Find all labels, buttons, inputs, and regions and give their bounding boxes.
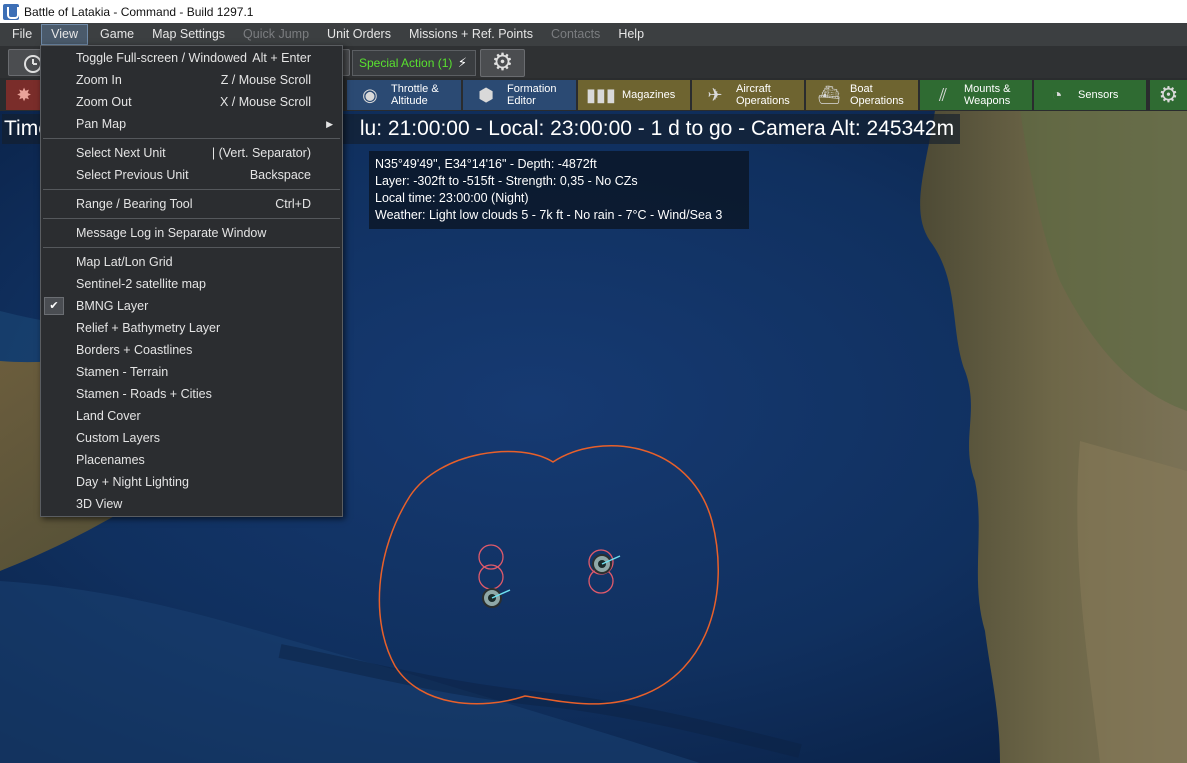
menu-item-message-log[interactable]: Message Log in Separate Window <box>41 222 342 244</box>
menu-item-sentinel-map[interactable]: Sentinel-2 satellite map <box>41 273 342 295</box>
special-action-label: Special Action (1) <box>359 56 453 70</box>
sensors-button[interactable]: ◔ Sensors <box>1034 80 1146 110</box>
menu-item-toggle-fullscreen[interactable]: Toggle Full-screen / Windowed Alt + Enter <box>41 47 342 69</box>
throttle-icon: ◉ <box>362 85 378 105</box>
magazines-button[interactable]: ▮▮▮ Magazines <box>578 80 690 110</box>
menu-missions[interactable]: Missions + Ref. Points <box>400 24 542 45</box>
menu-item-select-next-unit[interactable]: Select Next Unit | (Vert. Separator) <box>41 142 342 164</box>
menu-game[interactable]: Game <box>88 24 143 45</box>
menu-unit-orders[interactable]: Unit Orders <box>318 24 400 45</box>
weapons-icon: ⫽ <box>938 85 948 105</box>
menu-separator <box>43 247 340 248</box>
title-bar: Battle of Latakia - Command - Build 1297… <box>0 0 1187 23</box>
info-layer: Layer: -302ft to -515ft - Strength: 0,35… <box>375 174 638 188</box>
menu-map-settings[interactable]: Map Settings <box>143 24 234 45</box>
view-menu-dropdown: Toggle Full-screen / Windowed Alt + Enter… <box>40 45 343 517</box>
toolbar-gear-button[interactable]: ⚙ <box>1150 80 1187 110</box>
menu-item-stamen-roads[interactable]: Stamen - Roads + Cities <box>41 383 342 405</box>
menu-item-range-bearing-tool[interactable]: Range / Bearing Tool Ctrl+D <box>41 193 342 215</box>
info-coordinates: N35°49'49", E34°14'16" - Depth: -4872ft <box>375 157 597 171</box>
formation-editor-label: Formation Editor <box>507 83 557 107</box>
app-icon <box>3 3 19 20</box>
menu-contacts[interactable]: Contacts <box>542 24 609 45</box>
menu-item-pan-map[interactable]: Pan Map ▶ <box>41 113 342 135</box>
mounts-weapons-button[interactable]: ⫽ Mounts & Weapons <box>920 80 1032 110</box>
menu-item-bmng-layer[interactable]: ✔ BMNG Layer <box>41 295 342 317</box>
aircraft-operations-label: Aircraft Operations <box>736 83 790 107</box>
sensor-icon: ◔ <box>1051 85 1063 105</box>
menu-item-zoom-out[interactable]: Zoom Out X / Mouse Scroll <box>41 91 342 113</box>
menu-help[interactable]: Help <box>609 24 653 45</box>
menu-item-placenames[interactable]: Placenames <box>41 449 342 471</box>
throttle-altitude-label: Throttle & Altitude <box>391 83 439 107</box>
lightning-icon: ⚡ <box>457 55 467 70</box>
aircraft-icon: ✈ <box>707 85 723 105</box>
cursor-info-panel: N35°49'49", E34°14'16" - Depth: -4872ft … <box>369 151 749 229</box>
menu-item-borders-coastlines[interactable]: Borders + Coastlines <box>41 339 342 361</box>
aircraft-operations-button[interactable]: ✈ Aircraft Operations <box>692 80 804 110</box>
menu-item-3d-view[interactable]: 3D View <box>41 493 342 515</box>
status-time: lu: 21:00:00 - Local: 23:00:00 - 1 d to … <box>359 117 955 140</box>
boat-operations-button[interactable]: ⛴ Boat Operations <box>806 80 918 110</box>
formation-editor-button[interactable]: ⬢ Formation Editor <box>463 80 576 110</box>
boat-operations-label: Boat Operations <box>850 83 904 107</box>
menu-item-custom-layers[interactable]: Custom Layers <box>41 427 342 449</box>
menu-item-zoom-in[interactable]: Zoom In Z / Mouse Scroll <box>41 69 342 91</box>
menu-file[interactable]: File <box>0 24 41 45</box>
magazines-label: Magazines <box>622 89 676 101</box>
formation-icon: ⬢ <box>478 85 494 105</box>
gear-icon: ⚙ <box>1158 82 1179 107</box>
burst-icon: ✸ <box>16 85 32 105</box>
menu-view[interactable]: View <box>41 24 89 45</box>
menu-item-day-night-lighting[interactable]: Day + Night Lighting <box>41 471 342 493</box>
menu-item-select-previous-unit[interactable]: Select Previous Unit Backspace <box>41 164 342 186</box>
menu-item-land-cover[interactable]: Land Cover <box>41 405 342 427</box>
throttle-altitude-button[interactable]: ◉ Throttle & Altitude <box>347 80 461 110</box>
special-action-button[interactable]: Special Action (1) ⚡ <box>352 50 476 76</box>
menu-item-stamen-terrain[interactable]: Stamen - Terrain <box>41 361 342 383</box>
boat-icon: ⛴ <box>817 85 841 105</box>
submenu-arrow-icon: ▶ <box>326 119 333 129</box>
info-weather: Weather: Light low clouds 5 - 7k ft - No… <box>375 208 723 222</box>
settings-gear-button[interactable]: ⚙ <box>480 49 525 77</box>
menu-separator <box>43 218 340 219</box>
menu-bar: File View Game Map Settings Quick Jump U… <box>0 23 1187 46</box>
menu-separator <box>43 138 340 139</box>
menu-separator <box>43 189 340 190</box>
gear-icon: ⚙ <box>491 49 514 76</box>
checkmark-icon: ✔ <box>44 297 64 315</box>
sensors-label: Sensors <box>1078 89 1119 101</box>
magazine-icon: ▮▮▮ <box>586 85 616 105</box>
red-function-button[interactable]: ✸ <box>6 80 42 110</box>
mounts-weapons-label: Mounts & Weapons <box>964 83 1011 107</box>
menu-item-lat-lon-grid[interactable]: Map Lat/Lon Grid <box>41 251 342 273</box>
info-local-time: Local time: 23:00:00 (Night) <box>375 191 529 205</box>
window-title: Battle of Latakia - Command - Build 1297… <box>24 4 254 19</box>
menu-item-relief-bathymetry[interactable]: Relief + Bathymetry Layer <box>41 317 342 339</box>
menu-quick-jump[interactable]: Quick Jump <box>234 24 318 45</box>
